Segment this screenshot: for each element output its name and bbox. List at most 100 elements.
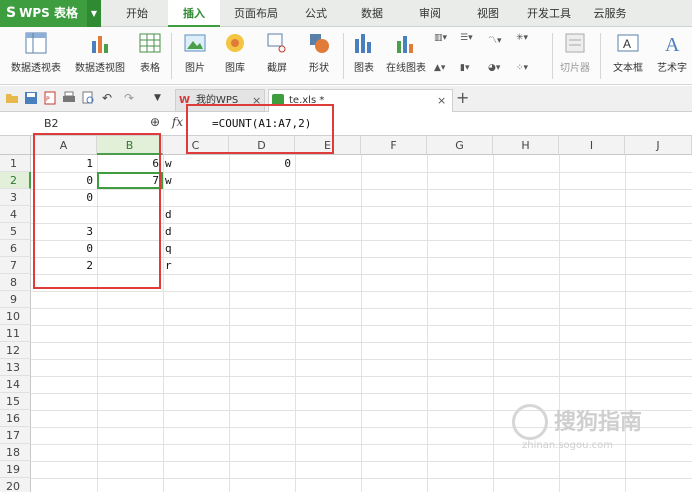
shapes-label: 形状 (309, 63, 329, 74)
print-preview-icon[interactable] (81, 91, 95, 105)
table-button[interactable]: 表格 (134, 31, 166, 74)
open-folder-icon[interactable] (5, 91, 19, 105)
app-menu-button[interactable]: S WPS 表格 (0, 0, 87, 27)
tab-cloud[interactable]: 云服务 (586, 0, 634, 27)
tab-view[interactable]: 视图 (466, 0, 510, 27)
textbox-label: 文本框 (613, 63, 643, 74)
pie-chart-icon[interactable]: ◕▾ (488, 63, 500, 73)
tab-review[interactable]: 审阅 (408, 0, 452, 27)
column-chart-icon[interactable]: ▥▾ (434, 33, 447, 43)
scatter-chart-icon[interactable]: ⁘▾ (516, 63, 528, 73)
screenshot-label: 截屏 (267, 63, 287, 74)
row-header-10[interactable]: 10 (0, 308, 31, 325)
wordart-label: 艺术字 (657, 63, 687, 74)
tab-data[interactable]: 数据 (350, 0, 394, 27)
undo-icon[interactable]: ↶ (102, 91, 116, 105)
row-header-5[interactable]: 5 (0, 223, 31, 240)
row-header-13[interactable]: 13 (0, 359, 31, 376)
column-header-j[interactable]: J (625, 136, 692, 155)
quick-access-bar: P ↶ ↷ ▼ W 我的WPS × te.xls * × + (0, 86, 692, 112)
pivot-table-button[interactable]: 数据透视表 (6, 31, 66, 74)
grid-line (31, 342, 692, 343)
svg-text:A: A (623, 37, 631, 51)
slicer-label: 切片器 (560, 63, 590, 74)
grid-line (31, 478, 692, 479)
row-header-18[interactable]: 18 (0, 444, 31, 461)
grid-line (31, 376, 692, 377)
row-header-20[interactable]: 20 (0, 478, 31, 492)
area-chart-icon[interactable]: ▲▾ (434, 63, 445, 73)
radar-chart-icon[interactable]: ✳▾ (516, 33, 528, 43)
stock-chart-icon[interactable]: ▮▾ (460, 63, 469, 73)
tab-developer[interactable]: 开发工具 (520, 0, 578, 27)
redo-icon[interactable]: ↷ (124, 91, 138, 105)
wordart-button[interactable]: A 艺术字 (652, 31, 692, 74)
row-header-1[interactable]: 1 (0, 155, 31, 172)
pivot-table-label: 数据透视表 (11, 63, 61, 74)
row-header-16[interactable]: 16 (0, 410, 31, 427)
chart-label: 图表 (354, 63, 374, 74)
gallery-button[interactable]: 图库 (216, 31, 254, 74)
row-header-8[interactable]: 8 (0, 274, 31, 291)
tab-insert[interactable]: 插入 (168, 0, 220, 27)
save-icon[interactable] (24, 91, 38, 105)
row-header-19[interactable]: 19 (0, 461, 31, 478)
cell-c7[interactable]: r (163, 257, 229, 274)
row-header-12[interactable]: 12 (0, 342, 31, 359)
menu-bar: S WPS 表格 ▼ 开始 插入 页面布局 公式 数据 审阅 视图 开发工具 云服… (0, 0, 692, 27)
tab-formulas[interactable]: 公式 (294, 0, 338, 27)
cell-c4[interactable]: d (163, 206, 229, 223)
new-tab-icon[interactable]: + (456, 88, 469, 107)
bar-chart-icon[interactable]: ☰▾ (460, 33, 473, 43)
export-pdf-icon[interactable]: P (43, 91, 57, 105)
row-header-3[interactable]: 3 (0, 189, 31, 206)
textbox-button[interactable]: A 文本框 (606, 31, 650, 74)
slicer-button[interactable]: 切片器 (556, 31, 594, 74)
table-label: 表格 (140, 63, 160, 74)
online-chart-icon (397, 36, 413, 53)
pivot-chart-icon (92, 36, 108, 53)
cell-c2[interactable]: w (163, 172, 229, 189)
cell-c6[interactable]: q (163, 240, 229, 257)
row-header-7[interactable]: 7 (0, 257, 31, 274)
annotation-box-data-range (33, 133, 161, 289)
column-header-g[interactable]: G (427, 136, 493, 155)
grid-line (31, 291, 692, 292)
row-header-6[interactable]: 6 (0, 240, 31, 257)
watermark-text: 搜狗指南 (554, 410, 643, 435)
tab-home[interactable]: 开始 (110, 0, 164, 27)
row-header-15[interactable]: 15 (0, 393, 31, 410)
shapes-button[interactable]: 形状 (300, 31, 338, 74)
row-header-17[interactable]: 17 (0, 427, 31, 444)
column-header-i[interactable]: I (559, 136, 625, 155)
name-box[interactable]: B2 (0, 114, 146, 134)
column-header-h[interactable]: H (493, 136, 559, 155)
online-chart-button[interactable]: 在线图表 (382, 31, 430, 74)
zoom-formula-icon[interactable]: ⊕ (150, 115, 160, 129)
cell-d1[interactable]: 0 (229, 155, 295, 172)
row-header-9[interactable]: 9 (0, 291, 31, 308)
cell-c1[interactable]: w (163, 155, 229, 172)
pivot-chart-button[interactable]: 数据透视图 (70, 31, 130, 74)
pivot-table-icon (25, 32, 47, 54)
close-icon[interactable]: × (437, 90, 446, 111)
tab-page-layout[interactable]: 页面布局 (224, 0, 288, 27)
print-icon[interactable] (62, 91, 76, 105)
ribbon-separator (343, 33, 344, 79)
chart-button[interactable]: 图表 (348, 31, 380, 74)
row-header-14[interactable]: 14 (0, 376, 31, 393)
row-header-11[interactable]: 11 (0, 325, 31, 342)
cell-c5[interactable]: d (163, 223, 229, 240)
picture-button[interactable]: 图片 (176, 31, 214, 74)
select-all-corner[interactable] (0, 136, 31, 155)
column-header-f[interactable]: F (361, 136, 427, 155)
screenshot-button[interactable]: 截屏 (258, 31, 296, 74)
watermark-url: zhinan.sogou.com (522, 440, 614, 451)
row-header-2[interactable]: 2 (0, 172, 31, 189)
line-chart-icon[interactable]: 〽▾ (488, 33, 502, 46)
chevron-down-icon[interactable]: ▼ (87, 0, 101, 27)
row-header-4[interactable]: 4 (0, 206, 31, 223)
fx-icon[interactable]: fx (172, 115, 183, 129)
customize-dropdown-icon[interactable]: ▼ (154, 93, 168, 107)
picture-label: 图片 (185, 63, 205, 74)
